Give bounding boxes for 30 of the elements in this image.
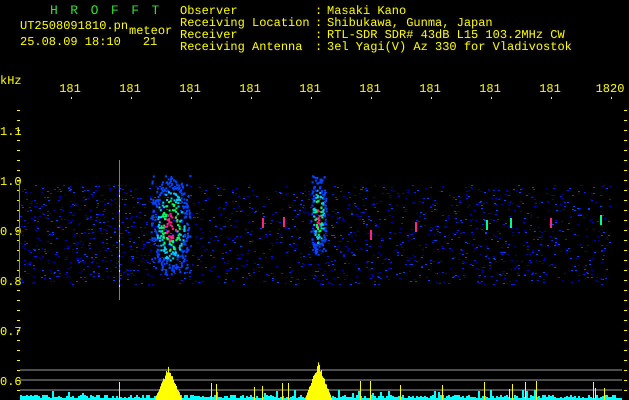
axis-label: 1.1 (0, 125, 22, 139)
axis-label: 1820 (596, 82, 624, 96)
event-tag: meteor (129, 25, 172, 37)
axis-label: 181 (359, 82, 381, 96)
axis-label: 181 (179, 82, 201, 96)
field-value: Masaki Kano (327, 5, 408, 17)
field-label: Observer (180, 5, 238, 17)
colon-separator: : (315, 41, 324, 53)
field-label: Receiving Location (180, 17, 311, 29)
timestamp: 25.08.09 18:10 (20, 36, 121, 48)
file-name: UT2508091810.pn (20, 20, 128, 32)
app-title: HROFFT (49, 5, 173, 20)
field-label: Receiver (180, 29, 238, 41)
colon-separator: : (315, 17, 324, 29)
field-value: Shibukawa, Gunma, Japan (327, 17, 494, 29)
colon-separator: : (315, 29, 324, 41)
field-label: Receiving Antenna (180, 41, 304, 53)
axis-label: 181 (539, 82, 561, 96)
axis-label: 181 (59, 82, 81, 96)
field-value: RTL-SDR SDR# 43dB L15 103.2MHz CW (327, 29, 565, 41)
count-label: 21 (142, 36, 158, 48)
axis-label: 181 (299, 82, 321, 96)
axis-unit: kHz (0, 74, 22, 88)
axis-label: 181 (239, 82, 261, 96)
colon-separator: : (315, 5, 324, 17)
axis-label: 181 (119, 82, 141, 96)
axis-label: 0.7 (0, 325, 22, 339)
field-value: 3el Yagi(V) Az 330 for Vladivostok (327, 41, 573, 53)
axis-label: 181 (419, 82, 441, 96)
axis-label: 181 (479, 82, 501, 96)
